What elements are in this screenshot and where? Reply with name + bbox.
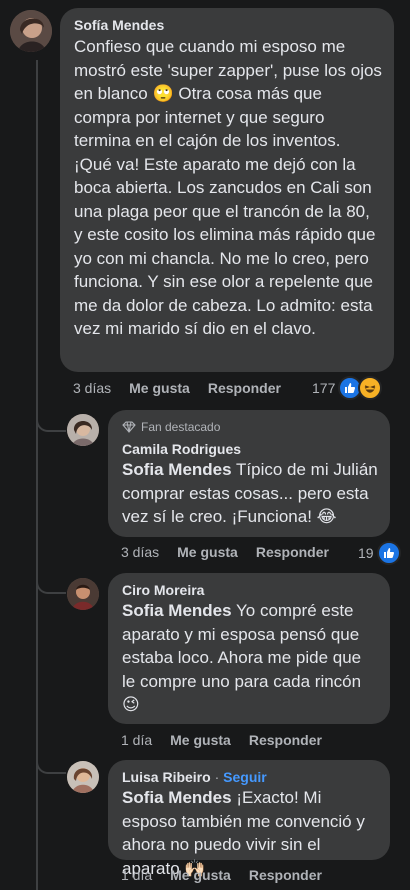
fan-badge-label: Fan destacado (141, 420, 221, 434)
reply-bubble: Ciro Moreira Sofia Mendes Yo compré este… (108, 573, 390, 724)
avatar-image (67, 414, 99, 446)
reply-author[interactable]: Ciro Moreira (122, 581, 378, 599)
avatar-image (10, 10, 52, 52)
thread-connector (36, 416, 66, 432)
thread-connector (36, 578, 66, 594)
reply-time[interactable]: 1 día (121, 732, 152, 748)
reply-author[interactable]: Camila Rodrigues (122, 440, 378, 458)
comment-bubble: Sofía Mendes Confieso que cuando mi espo… (60, 8, 394, 372)
diamond-icon (122, 421, 136, 433)
mention-link[interactable]: Sofia Mendes (122, 601, 232, 620)
reaction-summary[interactable]: 177 (312, 376, 383, 400)
reply-text: Sofia Mendes ¡Exacto! Mi esposo también … (122, 786, 378, 880)
reply-time[interactable]: 1 día (121, 867, 152, 883)
reply-text: Sofia Mendes Yo compré este aparato y mi… (122, 599, 378, 717)
follow-button[interactable]: Seguir (223, 769, 267, 785)
comment-time[interactable]: 3 días (73, 380, 111, 396)
reply-author[interactable]: Luisa Ribeiro (122, 769, 211, 785)
like-button[interactable]: Me gusta (170, 867, 231, 883)
comment-text: Confieso que cuando mi esposo me mostró … (74, 37, 382, 338)
haha-icon (358, 376, 383, 400)
reply-author-line: Luisa Ribeiro · Seguir (122, 768, 378, 786)
mention-link[interactable]: Sofia Mendes (122, 788, 232, 807)
avatar[interactable] (67, 414, 99, 446)
separator: · (214, 769, 220, 785)
like-button[interactable]: Me gusta (170, 732, 231, 748)
reaction-count: 19 (358, 545, 374, 561)
comment-author[interactable]: Sofía Mendes (74, 16, 382, 34)
like-icon (376, 541, 401, 565)
thread-connector (36, 758, 66, 774)
reply-actions: 1 día Me gusta Responder (121, 732, 322, 748)
reply-button[interactable]: Responder (249, 867, 322, 883)
like-button[interactable]: Me gusta (129, 380, 190, 396)
fan-badge: Fan destacado (122, 418, 378, 436)
avatar[interactable] (67, 761, 99, 793)
reply-actions: 3 días Me gusta Responder (121, 544, 329, 560)
like-button[interactable]: Me gusta (177, 544, 238, 560)
mention-link[interactable]: Sofia Mendes (122, 460, 232, 479)
reply-actions: 1 día Me gusta Responder (121, 867, 322, 883)
reaction-count: 177 (312, 380, 336, 396)
reply-text: Sofia Mendes Típico de mi Julián comprar… (122, 458, 378, 529)
reply-bubble: Luisa Ribeiro · Seguir Sofia Mendes ¡Exa… (108, 760, 390, 878)
reply-button[interactable]: Responder (249, 732, 322, 748)
avatar[interactable] (67, 578, 99, 610)
reaction-summary[interactable]: 19 (358, 541, 401, 565)
comment-actions: 3 días Me gusta Responder (73, 380, 281, 396)
avatar-image (67, 761, 99, 793)
reply-bubble: Fan destacado Camila Rodrigues Sofia Men… (108, 410, 390, 537)
avatar-image (67, 578, 99, 610)
reply-time[interactable]: 3 días (121, 544, 159, 560)
reply-button[interactable]: Responder (256, 544, 329, 560)
avatar[interactable] (10, 10, 52, 52)
reply-button[interactable]: Responder (208, 380, 281, 396)
